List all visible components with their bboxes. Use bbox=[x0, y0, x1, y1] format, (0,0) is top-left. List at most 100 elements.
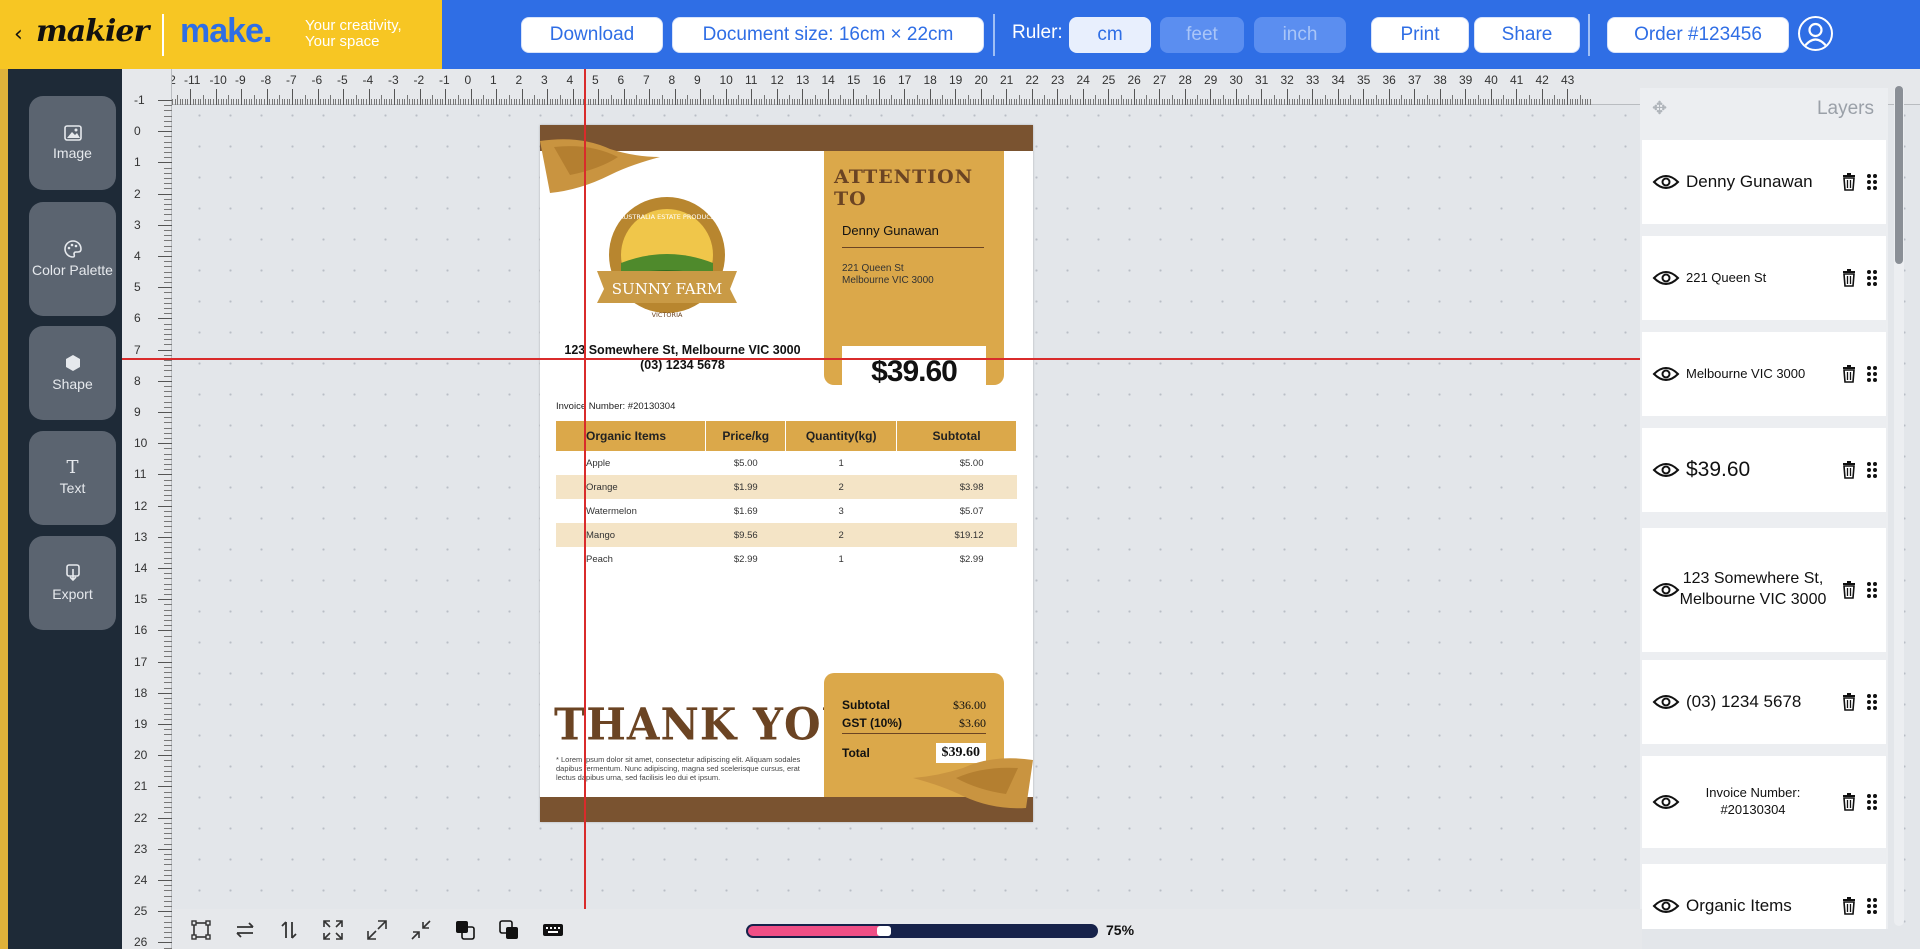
sidebar-item-image[interactable]: Image bbox=[29, 96, 116, 190]
ruler-minor-tick bbox=[804, 99, 806, 105]
ruler-minor-tick bbox=[858, 99, 860, 105]
ruler-tick-label: 6 bbox=[134, 311, 141, 326]
send-backward-icon[interactable] bbox=[498, 919, 520, 941]
layer-item[interactable]: Organic Items bbox=[1642, 864, 1886, 929]
flip-vertical-icon[interactable] bbox=[278, 919, 300, 941]
drag-handle-icon[interactable] bbox=[1866, 693, 1878, 711]
ruler-minor-tick bbox=[1584, 99, 1586, 105]
flip-horizontal-icon[interactable] bbox=[234, 919, 256, 941]
amount-due[interactable]: $39.60 bbox=[842, 346, 986, 398]
ruler-minor-tick bbox=[1087, 99, 1089, 105]
invoice-document[interactable]: SUNNY FARM AUSTRALIA ESTATE PRODUCE VICT… bbox=[540, 125, 1033, 822]
ruler-minor-tick bbox=[1120, 95, 1122, 105]
sender-phone[interactable]: (03) 1234 5678 bbox=[540, 358, 825, 373]
ruler-minor-tick bbox=[177, 95, 179, 105]
drag-handle-icon[interactable] bbox=[1866, 269, 1878, 287]
sidebar-item-color-palette[interactable]: Color Palette bbox=[29, 202, 116, 316]
layer-item[interactable]: Melbourne VIC 3000 bbox=[1642, 332, 1886, 416]
unit-feet-button[interactable]: feet bbox=[1160, 17, 1244, 53]
expand-icon[interactable] bbox=[366, 919, 388, 941]
keyboard-icon[interactable] bbox=[542, 919, 564, 941]
chevron-left-icon[interactable]: ‹ bbox=[14, 22, 23, 47]
layer-item[interactable]: (03) 1234 5678 bbox=[1642, 660, 1886, 744]
sidebar-item-shape[interactable]: Shape bbox=[29, 326, 116, 420]
bring-forward-icon[interactable] bbox=[454, 919, 476, 941]
unit-inch-button[interactable]: inch bbox=[1254, 17, 1346, 53]
drag-handle-icon[interactable] bbox=[1866, 793, 1878, 811]
drag-handle-icon[interactable] bbox=[1866, 365, 1878, 383]
drag-handle-icon[interactable] bbox=[1866, 173, 1878, 191]
lorem-note[interactable]: * Lorem ipsum dolor sit amet, consectetu… bbox=[556, 755, 814, 782]
trash-icon[interactable] bbox=[1842, 173, 1856, 191]
thank-you-heading[interactable]: THANK YOU bbox=[554, 699, 859, 750]
eye-icon[interactable] bbox=[1652, 693, 1680, 711]
ruler-minor-tick bbox=[164, 921, 172, 923]
left-sidebar: Image Color Palette Shape T Text Export bbox=[0, 69, 122, 949]
ruler-minor-tick bbox=[1097, 99, 1099, 105]
attention-title[interactable]: ATTENTION TO bbox=[834, 166, 1004, 210]
download-button[interactable]: Download bbox=[521, 17, 663, 53]
fit-screen-icon[interactable] bbox=[322, 919, 344, 941]
layer-item[interactable]: 123 Somewhere St, Melbourne VIC 3000 bbox=[1642, 528, 1886, 652]
eye-icon[interactable] bbox=[1652, 581, 1680, 599]
sidebar-item-export[interactable]: Export bbox=[29, 536, 116, 630]
ruler-minor-tick bbox=[511, 99, 513, 105]
trash-icon[interactable] bbox=[1842, 793, 1856, 811]
layers-scrollbar-thumb[interactable] bbox=[1895, 86, 1903, 264]
print-button[interactable]: Print bbox=[1371, 17, 1469, 53]
user-avatar-icon[interactable] bbox=[1798, 16, 1833, 51]
makier-logo[interactable]: makier bbox=[36, 14, 149, 49]
trash-icon[interactable] bbox=[1842, 269, 1856, 287]
brand-slogan: Your creativity, Your space bbox=[305, 17, 402, 50]
recipient-name[interactable]: Denny Gunawan bbox=[842, 223, 939, 238]
trash-icon[interactable] bbox=[1842, 581, 1856, 599]
ruler-minor-tick bbox=[710, 99, 712, 105]
table-row[interactable]: Peach $2.99 1 $2.99 bbox=[556, 547, 1017, 571]
table-row[interactable]: Mango $9.56 2 $19.12 bbox=[556, 523, 1017, 547]
eye-icon[interactable] bbox=[1652, 897, 1680, 915]
eye-icon[interactable] bbox=[1652, 269, 1680, 287]
zoom-slider-handle[interactable] bbox=[877, 926, 891, 936]
move-icon[interactable]: ✥ bbox=[1652, 98, 1667, 119]
table-row[interactable]: Watermelon $1.69 3 $5.07 bbox=[556, 499, 1017, 523]
ruler-minor-tick bbox=[416, 99, 418, 105]
drag-handle-icon[interactable] bbox=[1866, 897, 1878, 915]
sidebar-item-text[interactable]: T Text bbox=[29, 431, 116, 525]
ruler-tick-label: -8 bbox=[260, 73, 272, 87]
eye-icon[interactable] bbox=[1652, 461, 1680, 479]
vertical-guide-line[interactable] bbox=[584, 69, 586, 949]
eye-icon[interactable] bbox=[1652, 793, 1680, 811]
items-table[interactable]: Organic Items Price/kg Quantity(kg) Subtota… bbox=[556, 421, 1017, 571]
horizontal-guide-line[interactable] bbox=[122, 358, 1644, 360]
sender-address[interactable]: 123 Somewhere St, Melbourne VIC 3000 bbox=[540, 343, 825, 358]
shrink-icon[interactable] bbox=[410, 919, 432, 941]
ruler-minor-tick bbox=[164, 776, 172, 777]
drag-handle-icon[interactable] bbox=[1866, 581, 1878, 599]
table-row[interactable]: Orange $1.99 2 $3.98 bbox=[556, 475, 1017, 499]
layer-item[interactable]: $39.60 bbox=[1642, 428, 1886, 512]
trash-icon[interactable] bbox=[1842, 897, 1856, 915]
share-button[interactable]: Share bbox=[1474, 17, 1580, 53]
eye-icon[interactable] bbox=[1652, 173, 1680, 191]
unit-cm-button[interactable]: cm bbox=[1069, 17, 1151, 53]
recipient-address-line2[interactable]: Melbourne VIC 3000 bbox=[842, 275, 934, 287]
ruler-tick-label: 11 bbox=[745, 73, 758, 87]
invoice-number[interactable]: Invoice Number: #20130304 bbox=[556, 401, 675, 412]
ruler-tick bbox=[158, 412, 172, 413]
layer-item[interactable]: Invoice Number: #20130304 bbox=[1642, 756, 1886, 848]
table-row[interactable]: Apple $5.00 1 $5.00 bbox=[556, 451, 1017, 475]
layer-item[interactable]: 221 Queen St bbox=[1642, 236, 1886, 320]
eye-icon[interactable] bbox=[1652, 365, 1680, 383]
trash-icon[interactable] bbox=[1842, 461, 1856, 479]
document-size-button[interactable]: Document size: 16cm × 22cm bbox=[672, 17, 984, 53]
vertical-ruler[interactable]: -1 0 1 2 3 4 5 6 7 8 9 10 11 12 13 14 15 16 17 18 19 20 21 22 23… bbox=[122, 69, 172, 949]
ruler-minor-tick bbox=[1199, 99, 1201, 105]
order-button[interactable]: Order #123456 bbox=[1607, 17, 1789, 53]
trash-icon[interactable] bbox=[1842, 365, 1856, 383]
select-frame-icon[interactable] bbox=[190, 919, 212, 941]
drag-handle-icon[interactable] bbox=[1866, 461, 1878, 479]
ruler-minor-tick bbox=[1360, 99, 1362, 105]
layer-item[interactable]: Denny Gunawan bbox=[1642, 140, 1886, 224]
recipient-address-line1[interactable]: 221 Queen St bbox=[842, 263, 934, 275]
trash-icon[interactable] bbox=[1842, 693, 1856, 711]
